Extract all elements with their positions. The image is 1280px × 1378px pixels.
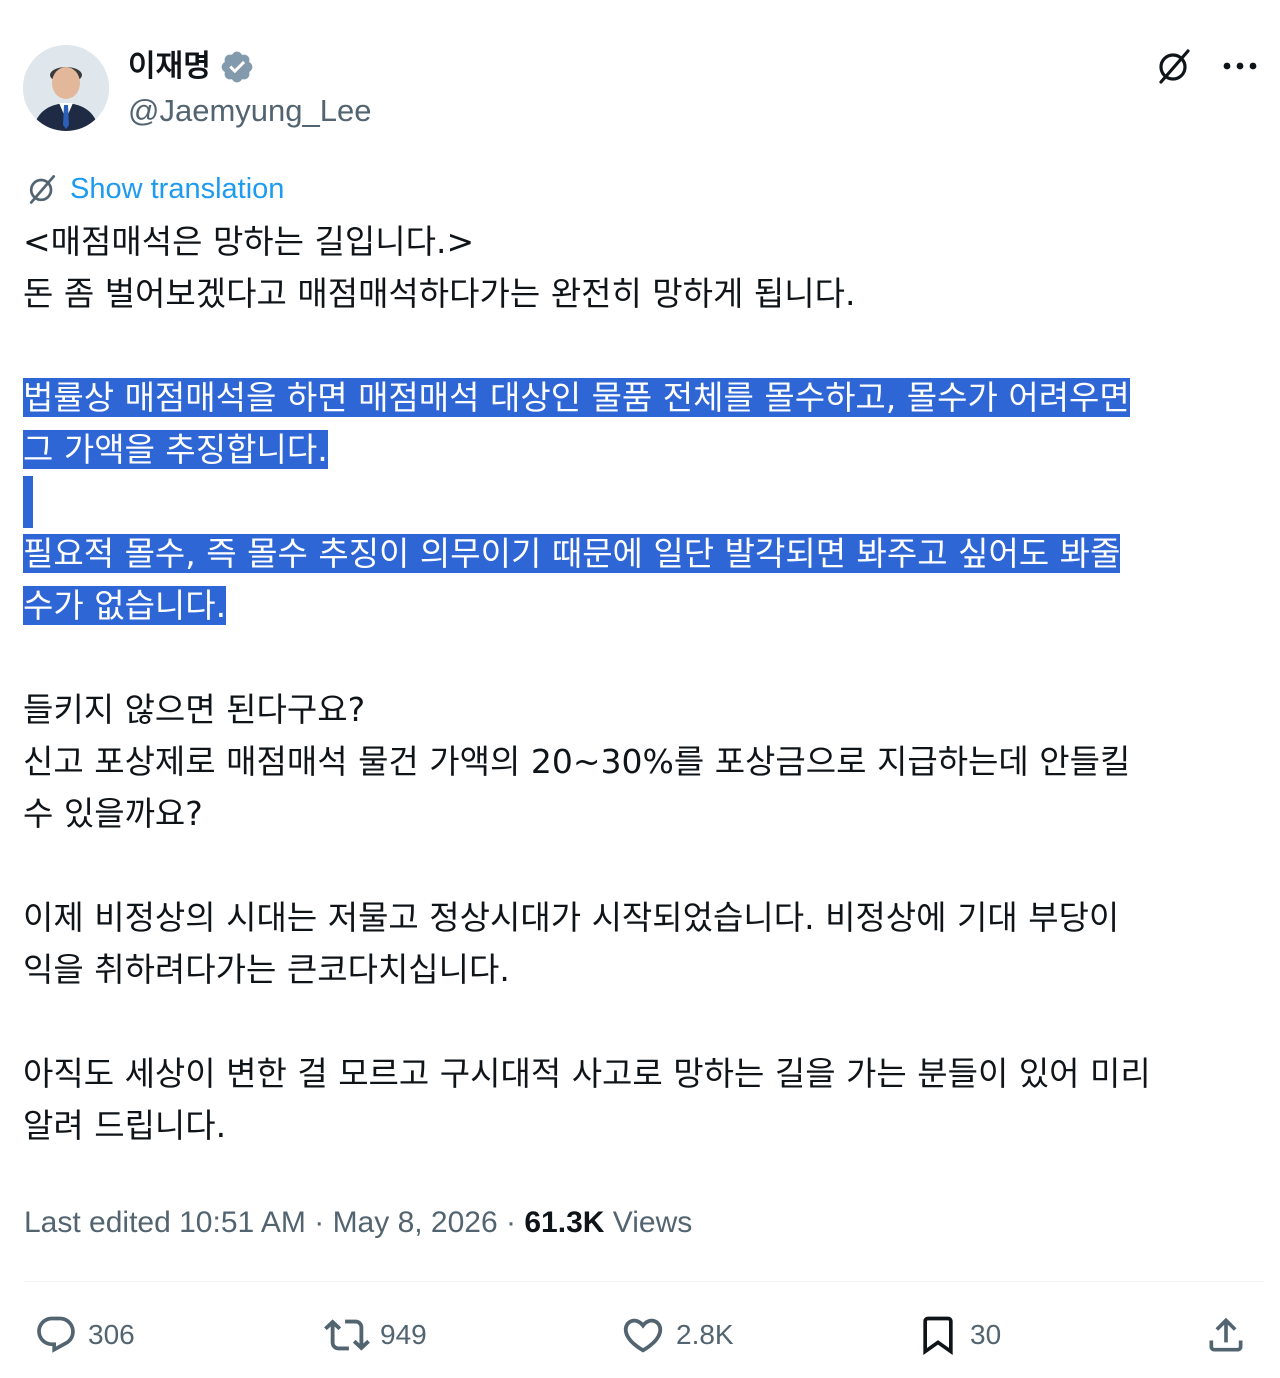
text-line: 법률상 매점매석을 하면 매점매석 대상인 물품 전체를 몰수하고, 몰수가 어… xyxy=(23,378,1130,417)
more-icon[interactable] xyxy=(1218,44,1262,88)
text-line: 익을 취하려다가는 큰코다치십니다. xyxy=(23,950,510,989)
text-line: 이제 비정상의 시대는 저물고 정상시대가 시작되었습니다. 비정상에 기대 부… xyxy=(23,898,1120,937)
text-line: 수 있을까요? xyxy=(23,794,203,833)
author-name[interactable]: 이재명 xyxy=(128,47,211,87)
grok-icon[interactable] xyxy=(1152,44,1196,88)
reply-button[interactable]: 306 xyxy=(34,1305,135,1365)
bookmark-button[interactable]: 30 xyxy=(916,1305,1001,1365)
reply-icon xyxy=(37,1316,75,1353)
text-line: 신고 포상제로 매점매석 물건 가액의 20~30%를 포상금으로 지급하는데 … xyxy=(23,742,1131,781)
text-line: 들키지 않으면 된다구요? xyxy=(23,690,366,729)
author-name-row[interactable]: 이재명 xyxy=(128,44,255,90)
paragraph: 아직도 세상이 변한 걸 모르고 구시대적 사고로 망하는 길을 가는 분들이 … xyxy=(23,1048,1263,1152)
paragraph: 이제 비정상의 시대는 저물고 정상시대가 시작되었습니다. 비정상에 기대 부… xyxy=(23,892,1263,996)
text-line: <매점매석은 망하는 길입니다.> xyxy=(23,222,475,261)
share-icon xyxy=(1209,1317,1243,1352)
repost-count: 949 xyxy=(380,1319,427,1350)
repost-button[interactable]: 949 xyxy=(324,1305,427,1365)
text-line: 그 가액을 추징합니다. xyxy=(23,430,328,469)
bookmark-count: 30 xyxy=(970,1319,1002,1350)
show-translation-label[interactable]: Show translation xyxy=(70,173,284,206)
meta-separator: · xyxy=(314,1206,325,1239)
paragraph: <매점매석은 망하는 길입니다.> 돈 좀 벌어보겠다고 매점매석하다가는 완전히… xyxy=(23,216,1263,320)
selected-paragraph: 법률상 매점매석을 하면 매점매석 대상인 물품 전체를 몰수하고, 몰수가 어… xyxy=(23,372,1263,476)
text-line: 돈 좀 벌어보겠다고 매점매석하다가는 완전히 망하게 됩니다. xyxy=(23,274,856,313)
meta-separator: · xyxy=(506,1206,517,1239)
tweet-header-actions xyxy=(1152,44,1262,88)
repost-icon xyxy=(324,1319,370,1351)
like-count: 2.8K xyxy=(676,1319,734,1350)
share-button[interactable] xyxy=(1204,1305,1248,1365)
selected-paragraph: 필요적 몰수, 즉 몰수 추징이 의무이기 때문에 일단 발각되면 봐주고 싶어… xyxy=(23,528,1263,632)
like-button[interactable]: 2.8K xyxy=(620,1305,734,1365)
text-line: 필요적 몰수, 즉 몰수 추징이 의무이기 때문에 일단 발각되면 봐주고 싶어… xyxy=(23,534,1121,573)
grok-translate-icon xyxy=(29,175,56,204)
paragraph: 들키지 않으면 된다구요? 신고 포상제로 매점매석 물건 가액의 20~30%를… xyxy=(23,684,1263,840)
verified-badge-icon[interactable] xyxy=(219,49,255,85)
edited-timestamp[interactable]: Last edited 10:51 AM xyxy=(24,1206,306,1239)
text-line: 아직도 세상이 변한 걸 모르고 구시대적 사고로 망하는 길을 가는 분들이 … xyxy=(23,1054,1151,1093)
tweet-text: <매점매석은 망하는 길입니다.> 돈 좀 벌어보겠다고 매점매석하다가는 완전히… xyxy=(23,216,1263,1152)
author-handle[interactable]: @Jaemyung_Lee xyxy=(128,92,371,130)
post-date[interactable]: May 8, 2026 xyxy=(333,1206,498,1239)
heart-icon xyxy=(623,1318,663,1353)
reply-count: 306 xyxy=(88,1319,135,1350)
text-line: 알려 드립니다. xyxy=(23,1106,227,1145)
bookmark-icon xyxy=(923,1316,953,1356)
views-count: 61.3K xyxy=(524,1206,605,1239)
paragraph-gap xyxy=(23,476,1263,528)
action-bar: 306 949 2.8K 30 xyxy=(24,1305,1260,1365)
views-label: Views xyxy=(612,1206,693,1239)
text-line: 수가 없습니다. xyxy=(23,586,227,625)
avatar[interactable] xyxy=(23,45,109,131)
tweet-meta: Last edited 10:51 AM · May 8, 2026 · 61.… xyxy=(24,1200,692,1246)
show-translation-link[interactable]: Show translation xyxy=(24,168,284,210)
divider xyxy=(24,1281,1264,1282)
